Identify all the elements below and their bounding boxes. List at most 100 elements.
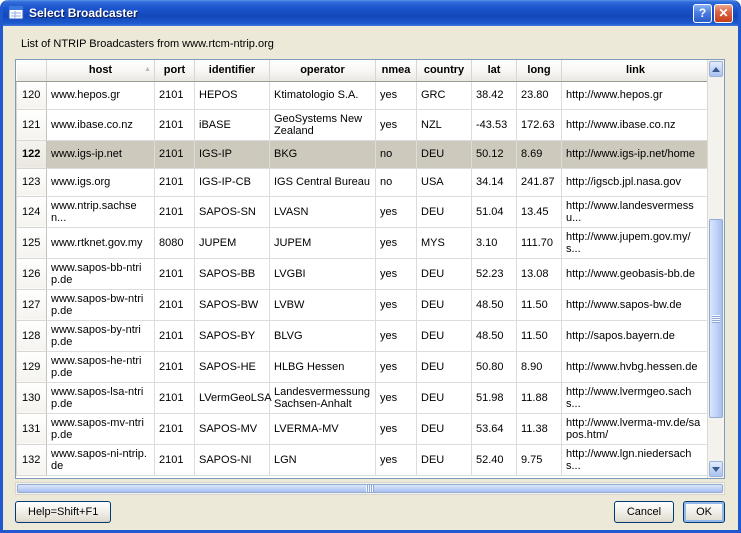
cell-country[interactable]: MYS <box>417 227 472 258</box>
cell-port[interactable]: 2101 <box>155 444 195 475</box>
column-header-identifier[interactable]: identifier <box>195 60 270 81</box>
column-header-num[interactable] <box>17 60 47 81</box>
cell-nmea[interactable]: yes <box>376 413 417 444</box>
cell-host[interactable]: www.sapos-he-ntrip.de <box>47 351 155 382</box>
cell-identifier[interactable]: SAPOS-BW <box>195 289 270 320</box>
cell-link[interactable]: http://igscb.jpl.nasa.gov <box>562 168 710 196</box>
table-row[interactable]: 132www.sapos-ni-ntrip.de2101SAPOS-NILGNy… <box>17 444 710 475</box>
cell-host[interactable]: www.sapos-by-ntrip.de <box>47 320 155 351</box>
table-row[interactable]: 129www.sapos-he-ntrip.de2101SAPOS-HEHLBG… <box>17 351 710 382</box>
cell-lat[interactable]: 34.14 <box>472 168 517 196</box>
cell-link[interactable]: http://www.landesvermessu... <box>562 196 710 227</box>
column-header-lat[interactable]: lat <box>472 60 517 81</box>
cell-identifier[interactable]: IGS-IP-CB <box>195 168 270 196</box>
cell-port[interactable]: 8080 <box>155 227 195 258</box>
cell-lat[interactable]: 52.23 <box>472 258 517 289</box>
cell-long[interactable]: 9.75 <box>517 444 562 475</box>
cell-operator[interactable]: LVBW <box>270 289 376 320</box>
row-number-cell[interactable]: 129 <box>17 351 47 382</box>
cell-nmea[interactable]: yes <box>376 227 417 258</box>
vertical-scroll-thumb[interactable] <box>709 219 723 418</box>
cell-port[interactable]: 2101 <box>155 258 195 289</box>
cell-host[interactable]: www.igs-ip.net <box>47 140 155 168</box>
cell-operator[interactable]: Ktimatologio S.A. <box>270 81 376 109</box>
cell-country[interactable]: DEU <box>417 258 472 289</box>
help-button[interactable]: Help=Shift+F1 <box>15 501 111 523</box>
row-number-cell[interactable]: 125 <box>17 227 47 258</box>
cell-link[interactable]: http://www.lvermgeo.sachs... <box>562 382 710 413</box>
table-row[interactable]: 125www.rtknet.gov.my8080JUPEMJUPEMyesMYS… <box>17 227 710 258</box>
cell-link[interactable]: http://www.lgn.niedersachs... <box>562 444 710 475</box>
row-number-cell[interactable]: 127 <box>17 289 47 320</box>
cell-identifier[interactable]: SAPOS-BB <box>195 258 270 289</box>
column-header-link[interactable]: link <box>562 60 710 81</box>
cell-lat[interactable]: 53.64 <box>472 413 517 444</box>
cell-host[interactable]: www.sapos-lsa-ntrip.de <box>47 382 155 413</box>
cell-long[interactable]: 172.63 <box>517 109 562 140</box>
cell-country[interactable]: DEU <box>417 351 472 382</box>
cell-nmea[interactable]: no <box>376 140 417 168</box>
cell-port[interactable]: 2101 <box>155 320 195 351</box>
cell-link[interactable]: http://www.igs-ip.net/home <box>562 140 710 168</box>
column-header-nmea[interactable]: nmea <box>376 60 417 81</box>
cell-host[interactable]: www.hepos.gr <box>47 81 155 109</box>
row-number-cell[interactable]: 131 <box>17 413 47 444</box>
cell-identifier[interactable]: HEPOS <box>195 81 270 109</box>
cell-operator[interactable]: BLVG <box>270 320 376 351</box>
cell-long[interactable]: 13.45 <box>517 196 562 227</box>
table-row[interactable]: 120www.hepos.gr2101HEPOSKtimatologio S.A… <box>17 81 710 109</box>
cell-lat[interactable]: 51.04 <box>472 196 517 227</box>
cell-port[interactable]: 2101 <box>155 289 195 320</box>
cell-link[interactable]: http://www.lverma-mv.de/sapos.htm/ <box>562 413 710 444</box>
cell-long[interactable]: 13.08 <box>517 258 562 289</box>
ok-button[interactable]: OK <box>683 501 725 523</box>
cell-country[interactable]: DEU <box>417 320 472 351</box>
vertical-scroll-track[interactable] <box>709 78 723 460</box>
column-header-long[interactable]: long <box>517 60 562 81</box>
cell-lat[interactable]: 50.80 <box>472 351 517 382</box>
cell-port[interactable]: 2101 <box>155 351 195 382</box>
cell-port[interactable]: 2101 <box>155 140 195 168</box>
cell-lat[interactable]: 52.40 <box>472 444 517 475</box>
cell-port[interactable]: 2101 <box>155 382 195 413</box>
cell-operator[interactable]: LVGBI <box>270 258 376 289</box>
cell-lat[interactable]: 48.50 <box>472 320 517 351</box>
horizontal-scrollbar[interactable] <box>15 482 725 495</box>
cell-port[interactable]: 2101 <box>155 109 195 140</box>
cell-nmea[interactable]: yes <box>376 196 417 227</box>
cell-lat[interactable]: 3.10 <box>472 227 517 258</box>
column-header-country[interactable]: country <box>417 60 472 81</box>
table-row[interactable]: 130www.sapos-lsa-ntrip.de2101LVermGeoLSA… <box>17 382 710 413</box>
table-row[interactable]: 128www.sapos-by-ntrip.de2101SAPOS-BYBLVG… <box>17 320 710 351</box>
title-bar[interactable]: Select Broadcaster ? ✕ <box>3 0 738 26</box>
column-header-operator[interactable]: operator <box>270 60 376 81</box>
cell-host[interactable]: www.ibase.co.nz <box>47 109 155 140</box>
row-number-cell[interactable]: 124 <box>17 196 47 227</box>
cell-nmea[interactable]: no <box>376 168 417 196</box>
cell-operator[interactable]: LVERMA-MV <box>270 413 376 444</box>
row-number-cell[interactable]: 128 <box>17 320 47 351</box>
column-header-host[interactable]: host▲ <box>47 60 155 81</box>
cell-host[interactable]: www.rtknet.gov.my <box>47 227 155 258</box>
cell-long[interactable]: 23.80 <box>517 81 562 109</box>
cell-nmea[interactable]: yes <box>376 289 417 320</box>
cell-country[interactable]: GRC <box>417 81 472 109</box>
cell-operator[interactable]: JUPEM <box>270 227 376 258</box>
cell-host[interactable]: www.sapos-bw-ntrip.de <box>47 289 155 320</box>
row-number-cell[interactable]: 122 <box>17 140 47 168</box>
cell-host[interactable]: www.igs.org <box>47 168 155 196</box>
cell-link[interactable]: http://www.jupem.gov.my/s... <box>562 227 710 258</box>
row-number-cell[interactable]: 132 <box>17 444 47 475</box>
table-row[interactable]: 124www.ntrip.sachsen...2101SAPOS-SNLVASN… <box>17 196 710 227</box>
cell-host[interactable]: www.sapos-bb-ntrip.de <box>47 258 155 289</box>
cell-link[interactable]: http://www.hepos.gr <box>562 81 710 109</box>
cell-identifier[interactable]: LVermGeoLSA <box>195 382 270 413</box>
cell-nmea[interactable]: yes <box>376 109 417 140</box>
cell-host[interactable]: www.sapos-ni-ntrip.de <box>47 444 155 475</box>
cell-long[interactable]: 11.88 <box>517 382 562 413</box>
cell-long[interactable]: 11.50 <box>517 320 562 351</box>
cell-nmea[interactable]: yes <box>376 444 417 475</box>
cell-operator[interactable]: LGN <box>270 444 376 475</box>
cell-long[interactable]: 241.87 <box>517 168 562 196</box>
row-number-cell[interactable]: 126 <box>17 258 47 289</box>
